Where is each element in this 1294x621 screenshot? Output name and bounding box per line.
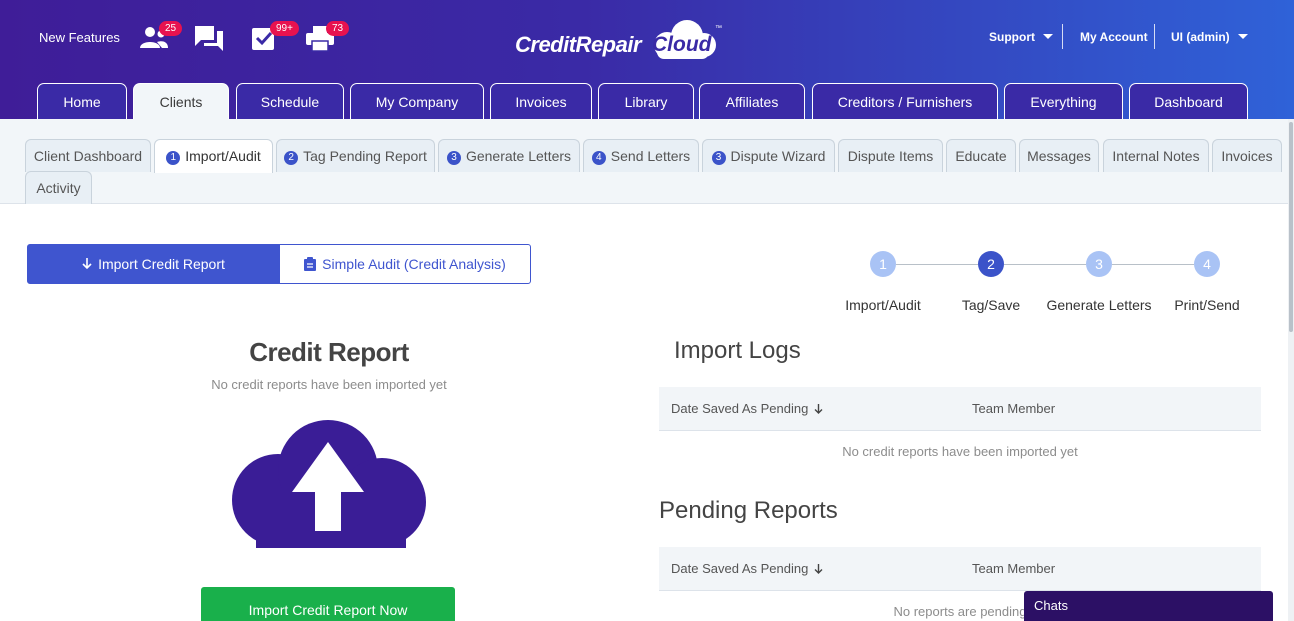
sub-tab-dispute-wizard[interactable]: 3 Dispute Wizard	[702, 139, 835, 172]
header-divider	[1062, 24, 1063, 49]
step-1-circle[interactable]: 1	[870, 251, 896, 277]
sub-tab-educate[interactable]: Educate	[946, 139, 1016, 172]
step-number-badge: 3	[711, 151, 726, 165]
simple-audit-toggle[interactable]: Simple Audit (Credit Analysis)	[279, 244, 531, 284]
step-1-label: Import/Audit	[845, 297, 921, 313]
sort-arrow-down-icon	[814, 564, 823, 574]
stepper-connector	[1112, 264, 1194, 265]
sub-tab-label: Activity	[36, 180, 81, 196]
step-number-badge: 2	[284, 151, 299, 165]
step-4-label: Print/Send	[1174, 297, 1240, 313]
pending-reports-title: Pending Reports	[659, 497, 838, 524]
top-header: New Features 25 99+ 73 CreditRepair Clou…	[0, 0, 1294, 119]
logo-text: CreditRepair	[515, 32, 642, 57]
import-logs-empty-text: No credit reports have been imported yet	[842, 444, 1078, 459]
main-tab-creditors-furnishers[interactable]: Creditors / Furnishers	[812, 83, 998, 119]
chat-icon[interactable]	[194, 24, 224, 52]
stepper-connector	[896, 264, 978, 265]
stepper-connector	[1004, 264, 1086, 265]
main-tab-dashboard[interactable]: Dashboard	[1129, 83, 1248, 119]
sub-tab-label: Send Letters	[610, 148, 691, 164]
sort-arrow-down-icon	[814, 404, 823, 414]
pending-reports-table-header: Date Saved As Pending Team Member	[659, 547, 1261, 591]
support-label: Support	[989, 30, 1035, 44]
import-toggle-label: Import Credit Report	[98, 256, 225, 272]
main-tab-clients[interactable]: Clients	[133, 83, 229, 119]
sub-tab-label: Tag Pending Report	[303, 148, 427, 164]
credit-report-title: Credit Report	[249, 337, 409, 367]
step-2-label: Tag/Save	[961, 297, 1021, 313]
creditrepair-cloud-logo[interactable]: CreditRepair Cloud ™	[515, 16, 730, 64]
sub-tab-import-audit[interactable]: 1 Import/Audit	[154, 139, 273, 173]
sub-tab-dispute-items[interactable]: Dispute Items	[838, 139, 943, 172]
main-tab-invoices[interactable]: Invoices	[490, 83, 592, 119]
sub-tab-send-letters[interactable]: 4 Send Letters	[583, 139, 699, 172]
sub-tab-label: Dispute Items	[847, 148, 934, 164]
clients-count-badge: 25	[159, 21, 183, 36]
import-credit-report-toggle[interactable]: Import Credit Report	[27, 244, 280, 284]
main-tab-my-company[interactable]: My Company	[350, 83, 484, 119]
sub-tab-tag-pending-report[interactable]: 2 Tag Pending Report	[276, 139, 435, 172]
main-tab-schedule[interactable]: Schedule	[236, 83, 344, 119]
user-name: UI (admin)	[1171, 30, 1230, 44]
import-credit-report-now-button[interactable]: Import Credit Report Now	[201, 587, 455, 621]
step-2-circle[interactable]: 2	[978, 251, 1004, 277]
main-tab-affiliates[interactable]: Affiliates	[699, 83, 805, 119]
chats-widget[interactable]: Chats	[1024, 591, 1273, 621]
header-divider	[1154, 24, 1155, 49]
chevron-down-icon	[1237, 34, 1248, 39]
import-logs-title: Import Logs	[674, 337, 801, 364]
cloud-upload-icon[interactable]	[226, 418, 432, 548]
sub-tab-label: Dispute Wizard	[730, 148, 826, 164]
sub-tab-label: Invoices	[1221, 148, 1273, 164]
step-number-badge: 1	[166, 151, 181, 165]
sub-tab-internal-notes[interactable]: Internal Notes	[1103, 139, 1209, 172]
sub-tab-label: Client Dashboard	[33, 148, 143, 164]
page: New Features 25 99+ 73 CreditRepair Clou…	[0, 0, 1294, 621]
new-features-link[interactable]: New Features	[39, 30, 120, 45]
clipboard-icon	[304, 257, 317, 271]
sub-tab-label: Educate	[955, 148, 1007, 164]
credit-report-empty-text: No credit reports have been imported yet	[211, 377, 447, 392]
step-number-badge: 4	[591, 151, 606, 165]
step-3-circle[interactable]: 3	[1086, 251, 1112, 277]
chats-label: Chats	[1034, 598, 1068, 613]
team-member-column-header: Team Member	[972, 561, 1056, 576]
main-tab-everything[interactable]: Everything	[1004, 83, 1123, 119]
main-tab-home[interactable]: Home	[37, 83, 127, 119]
tasks-count-badge: 99+	[270, 21, 299, 36]
step-3-label: Generate Letters	[1046, 297, 1152, 313]
sub-tab-label: Import/Audit	[185, 148, 261, 164]
sub-tab-generate-letters[interactable]: 3 Generate Letters	[438, 139, 580, 172]
logo-cloud-text: Cloud	[652, 33, 712, 56]
date-saved-header-label: Date Saved As Pending	[671, 401, 809, 416]
sub-tab-label: Generate Letters	[465, 148, 572, 164]
team-member-column-header: Team Member	[972, 401, 1056, 416]
arrow-down-icon	[82, 258, 92, 270]
date-saved-header-label: Date Saved As Pending	[671, 561, 809, 576]
client-sub-tabs: Client Dashboard 1 Import/Audit 2 Tag Pend…	[0, 119, 1288, 204]
audit-toggle-label: Simple Audit (Credit Analysis)	[322, 256, 506, 272]
sub-tab-invoices[interactable]: Invoices	[1212, 139, 1282, 172]
scrollbar-thumb[interactable]	[1289, 122, 1293, 332]
chevron-down-icon	[1043, 34, 1053, 39]
date-saved-column-header[interactable]: Date Saved As Pending	[671, 401, 823, 416]
my-account-link[interactable]: My Account	[1080, 30, 1148, 44]
sub-tab-label: Internal Notes	[1112, 148, 1200, 164]
support-dropdown[interactable]: Support	[989, 30, 1053, 44]
user-menu-dropdown[interactable]: UI (admin)	[1171, 30, 1248, 44]
print-count-badge: 73	[326, 21, 350, 36]
date-saved-column-header[interactable]: Date Saved As Pending	[671, 561, 823, 576]
logo-trademark: ™	[715, 25, 722, 32]
sub-tab-activity[interactable]: Activity	[25, 171, 92, 204]
step-number-badge: 3	[446, 151, 461, 165]
sub-tab-label: Messages	[1027, 148, 1091, 164]
sub-tab-messages[interactable]: Messages	[1019, 139, 1099, 172]
step-4-circle[interactable]: 4	[1194, 251, 1220, 277]
main-tab-library[interactable]: Library	[598, 83, 694, 119]
sub-tab-client-dashboard[interactable]: Client Dashboard	[25, 139, 151, 172]
import-logs-table-header: Date Saved As Pending Team Member	[659, 387, 1261, 431]
